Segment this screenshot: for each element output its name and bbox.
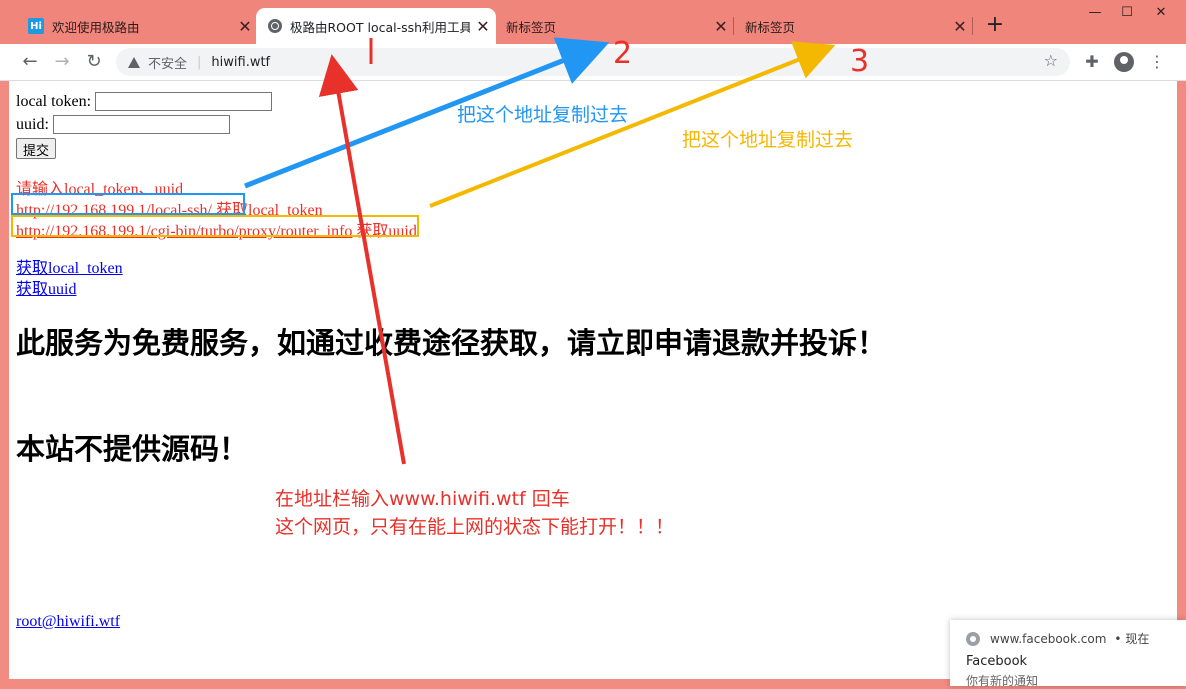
new-tab-button[interactable]: +: [984, 14, 1006, 36]
maximize-icon[interactable]: ☐: [1112, 4, 1142, 22]
tab-local-ssh-tool[interactable]: 极路由ROOT local-ssh利用工具 ✕: [256, 8, 496, 44]
copy-hint-yellow: 把这个地址复制过去: [682, 129, 854, 151]
close-icon[interactable]: ✕: [232, 17, 258, 36]
warning-icon: [128, 56, 140, 68]
close-icon[interactable]: ✕: [947, 17, 973, 36]
uuid-input[interactable]: [52, 115, 230, 134]
token-form: local token: uuid: 提交: [16, 90, 273, 159]
tab-welcome[interactable]: Hi 欢迎使用极路由 ✕: [16, 8, 258, 44]
close-window-icon[interactable]: ✕: [1146, 4, 1176, 22]
instruction-line-2: 这个网页，只有在能上网的状态下能打开！！！: [275, 516, 675, 538]
extensions-icon[interactable]: ✚: [1081, 51, 1103, 73]
tab-separator: [972, 17, 973, 35]
notification-body: 你有新的通知: [966, 674, 1039, 688]
hi-icon: Hi: [28, 18, 44, 34]
chrome-icon: [966, 631, 980, 646]
tab-title: 极路由ROOT local-ssh利用工具: [290, 19, 470, 35]
reload-icon[interactable]: ↻: [83, 51, 105, 73]
yellow-highlight-box: [11, 215, 419, 237]
tab-title: 新标签页: [745, 19, 796, 35]
uuid-label: uuid:: [16, 115, 49, 133]
divider: |: [197, 54, 202, 70]
submit-button[interactable]: 提交: [16, 137, 57, 159]
tab-title: 欢迎使用极路由: [52, 19, 140, 35]
star-icon[interactable]: ☆: [1044, 51, 1058, 70]
minimize-icon[interactable]: —: [1080, 4, 1110, 22]
menu-icon[interactable]: ⋮: [1146, 51, 1168, 73]
close-icon[interactable]: ✕: [470, 17, 496, 36]
address-bar[interactable]: 不安全 | hiwifi.wtf ☆: [116, 48, 1070, 76]
tab-new-2[interactable]: 新标签页 ✕: [733, 8, 973, 44]
page-content: local token: uuid: 提交 请输入local_token、uui…: [9, 81, 1177, 679]
profile-avatar-icon[interactable]: [1114, 52, 1134, 72]
copy-hint-blue: 把这个地址复制过去: [457, 104, 629, 126]
email-link[interactable]: root@hiwifi.wtf: [16, 613, 120, 631]
no-source-heading: 本站不提供源码！: [16, 432, 249, 466]
back-icon[interactable]: ←: [19, 51, 41, 73]
get-uuid-link[interactable]: 获取uuid: [16, 275, 76, 299]
notification-toast[interactable]: www.facebook.com • 现在 Facebook 你有新的通知: [950, 620, 1186, 688]
notification-title: Facebook: [966, 654, 1028, 669]
blue-highlight-box: [11, 193, 245, 215]
tab-strip: Hi 欢迎使用极路由 ✕ 极路由ROOT local-ssh利用工具 ✕ 新标签…: [0, 0, 1186, 44]
token-input[interactable]: [95, 92, 273, 111]
insecure-label: 不安全: [148, 56, 188, 72]
step-number-2: 2: [613, 36, 633, 71]
url-text[interactable]: hiwifi.wtf: [211, 55, 270, 70]
notification-source: www.facebook.com: [990, 631, 1107, 646]
tab-title: 新标签页: [506, 19, 557, 35]
step-number-3: 3: [850, 44, 870, 79]
globe-icon: [268, 19, 282, 33]
forward-icon[interactable]: →: [51, 51, 73, 73]
browser-toolbar: ← → ↻ 不安全 | hiwifi.wtf ☆ ✚ ⋮: [0, 44, 1186, 81]
instruction-line-1: 在地址栏输入www.hiwifi.wtf 回车: [275, 488, 570, 510]
notification-time: • 现在: [1114, 632, 1150, 646]
free-service-heading: 此服务为免费服务，如通过收费途径获取，请立即申请退款并投诉！: [16, 326, 887, 360]
token-label: local token:: [16, 92, 92, 110]
close-icon[interactable]: ✕: [708, 17, 734, 36]
